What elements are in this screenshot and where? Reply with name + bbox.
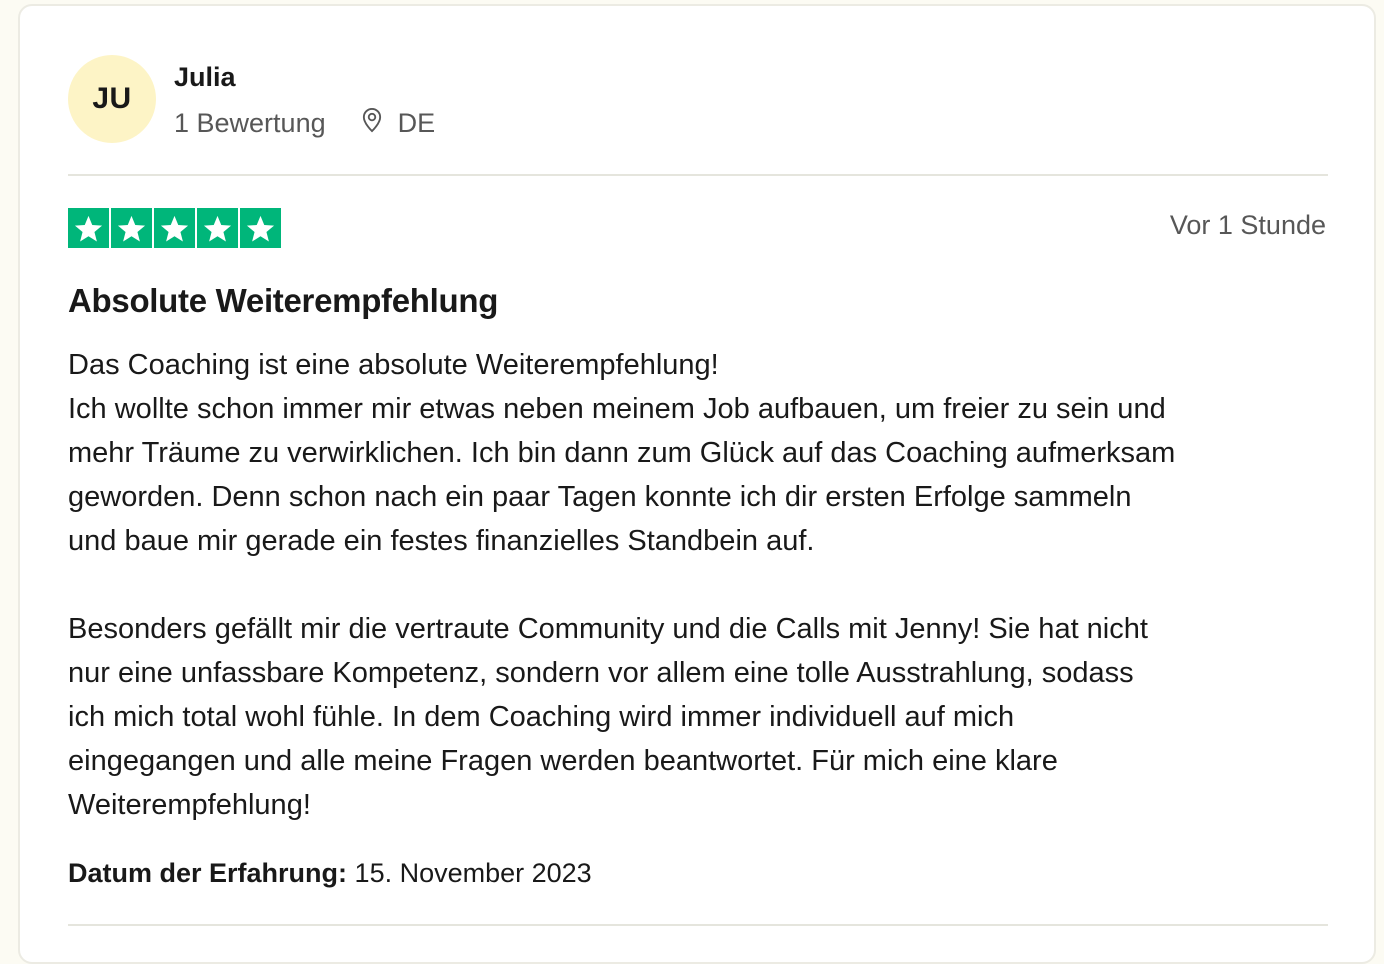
divider — [68, 174, 1328, 176]
location-pin-icon — [358, 106, 398, 141]
review-paragraph: Besonders gefällt mir die vertraute Comm… — [68, 607, 1348, 827]
review-line: Ich wollte schon immer mir etwas neben m… — [68, 393, 1166, 425]
experience-date-label: Datum der Erfahrung: — [68, 858, 348, 888]
review-body: Das Coaching ist eine absolute Weiteremp… — [68, 343, 1348, 827]
star-icon — [240, 208, 281, 248]
review-line: nur eine unfassbare Kompetenz, sondern v… — [68, 657, 1134, 689]
review-line: Besonders gefällt mir die vertraute Comm… — [68, 613, 1148, 645]
review-line: und baue mir gerade ein festes finanziel… — [68, 525, 815, 557]
divider — [68, 924, 1328, 926]
review-line: ich mich total wohl fühle. In dem Coachi… — [68, 701, 1015, 733]
consumer-location: DE — [358, 106, 436, 141]
consumer-meta: 1 Bewertung DE — [174, 106, 435, 141]
review-line: mehr Träume zu verwirklichen. Ich bin da… — [68, 437, 1176, 469]
star-icon — [68, 208, 109, 248]
consumer-country: DE — [397, 108, 436, 138]
consumer-name[interactable]: Julia — [174, 62, 236, 93]
review-count[interactable]: 1 Bewertung — [174, 108, 326, 139]
star-icon — [154, 208, 195, 248]
review-title[interactable]: Absolute Weiterempfehlung — [68, 282, 498, 320]
review-line: geworden. Denn schon nach ein paar Tagen… — [68, 481, 1132, 513]
star-icon — [197, 208, 238, 248]
star-icon — [111, 208, 152, 248]
avatar[interactable]: JU — [68, 55, 156, 143]
experience-date: Datum der Erfahrung: 15. November 2023 — [68, 858, 592, 889]
experience-date-value: 15. November 2023 — [354, 858, 592, 888]
review-line: Das Coaching ist eine absolute Weiteremp… — [68, 349, 719, 381]
review-paragraph: Das Coaching ist eine absolute Weiteremp… — [68, 343, 1348, 563]
review-date: Vor 1 Stunde — [1169, 210, 1326, 240]
review-card: JU Julia 1 Bewertung DE Vor 1 Stunde Abs… — [18, 4, 1376, 964]
consumer-header: JU Julia 1 Bewertung DE — [68, 54, 435, 144]
star-rating — [68, 208, 281, 248]
review-line: Weiterempfehlung! — [68, 789, 311, 821]
review-line: eingegangen und alle meine Fragen werden… — [68, 745, 1058, 777]
